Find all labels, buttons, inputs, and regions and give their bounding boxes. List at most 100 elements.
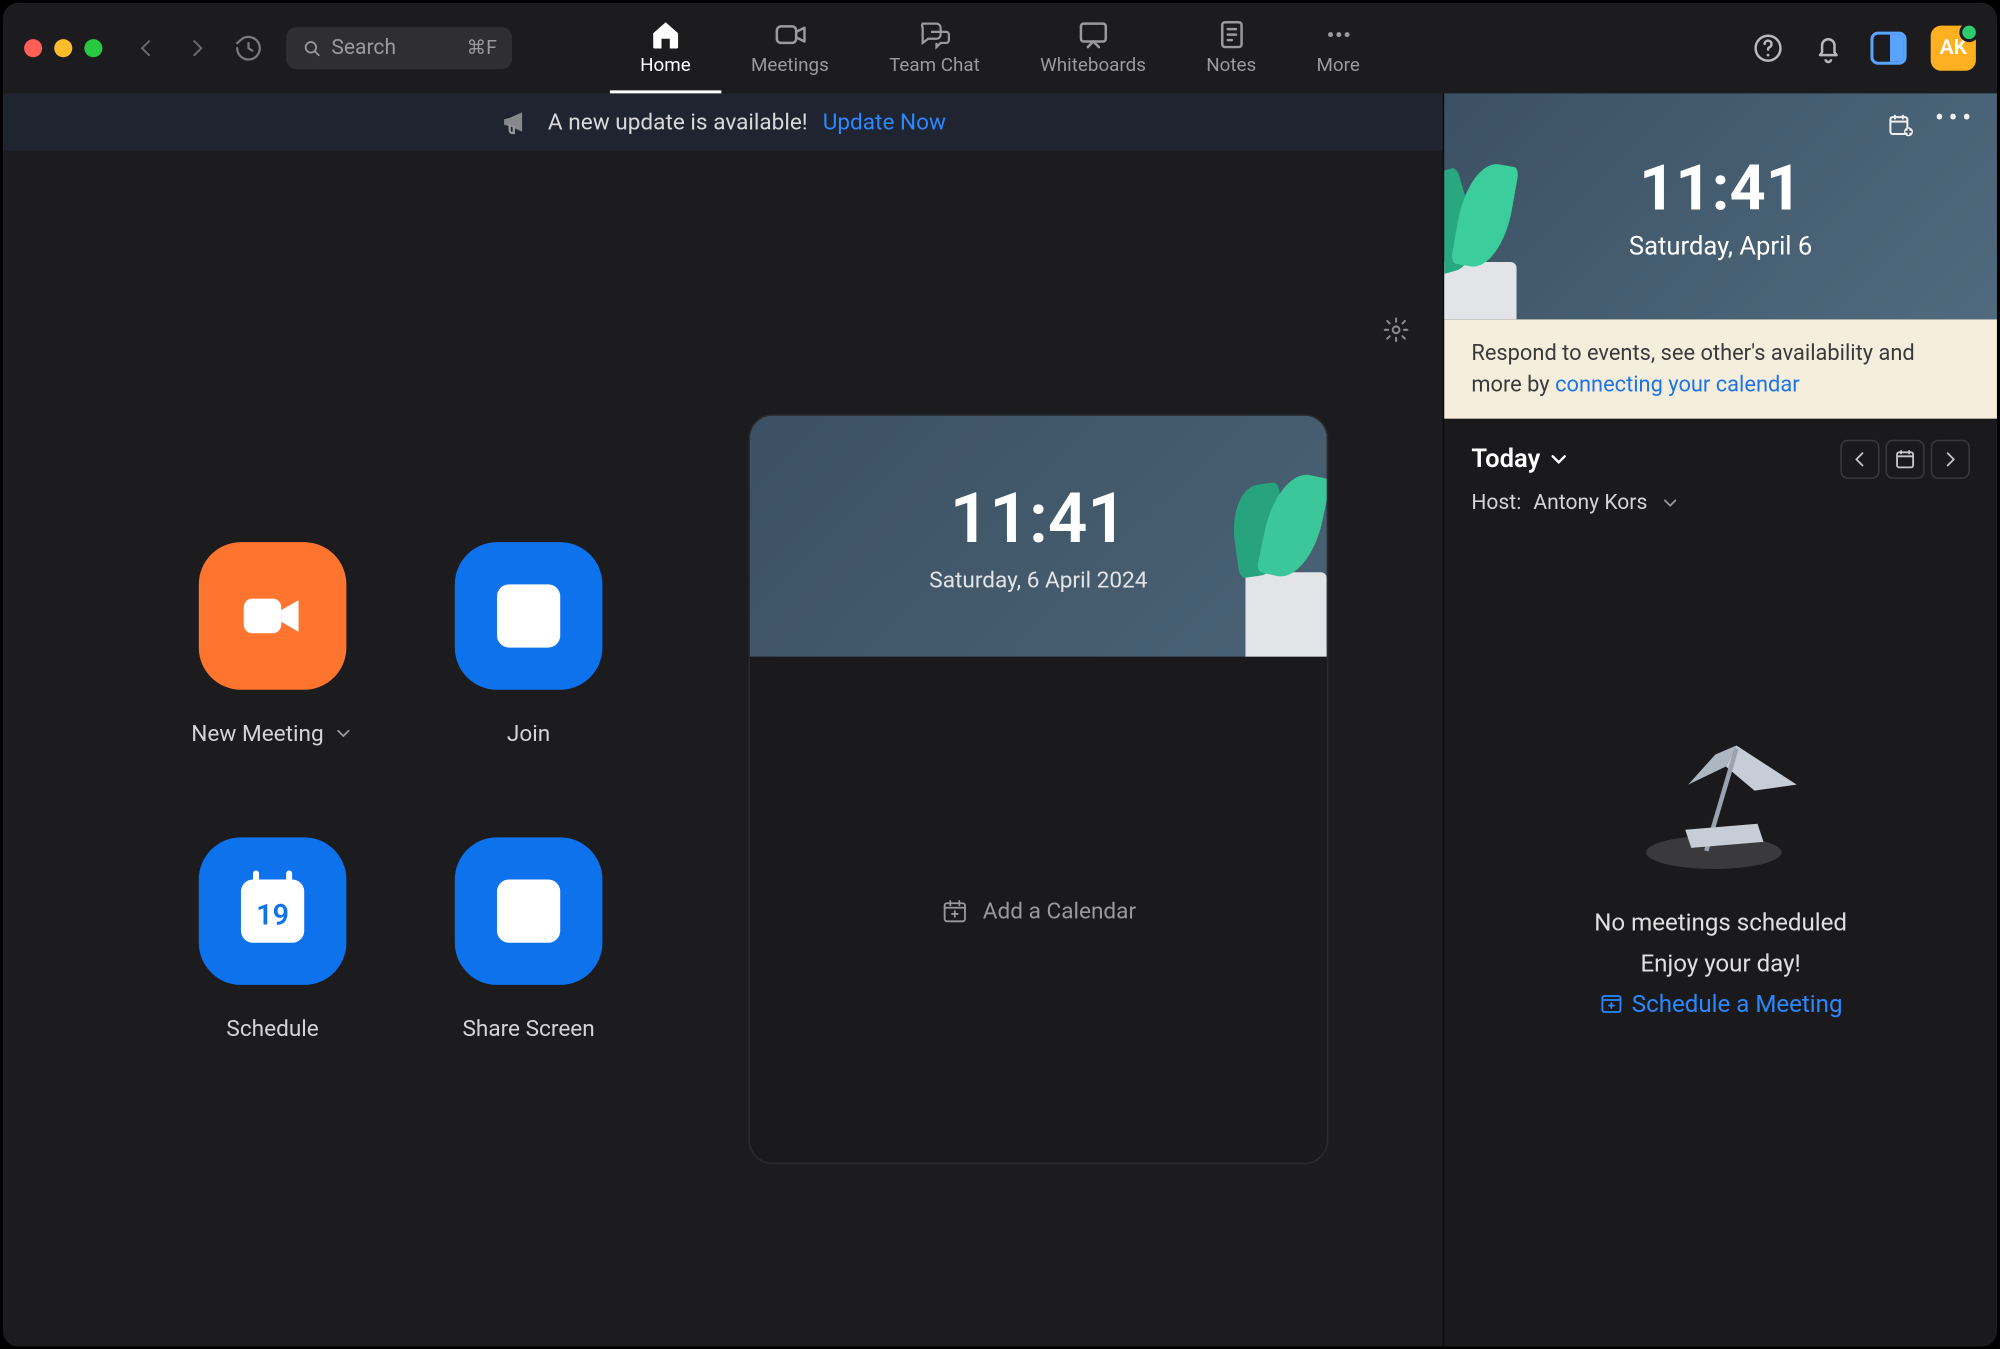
topbar-right: AK bbox=[1750, 26, 1976, 71]
update-banner-text: A new update is available! bbox=[548, 108, 808, 135]
whiteboard-icon bbox=[1076, 17, 1109, 50]
join-action: Join bbox=[402, 542, 655, 747]
tab-notes-label: Notes bbox=[1206, 53, 1256, 76]
calendar-add-button[interactable] bbox=[1887, 111, 1914, 144]
new-meeting-button[interactable] bbox=[199, 542, 347, 690]
window-maximize-icon[interactable] bbox=[84, 39, 102, 57]
today-button[interactable] bbox=[1886, 440, 1925, 479]
topbar: Search ⌘F Home Meetings Team Chat bbox=[3, 3, 1997, 93]
share-screen-button[interactable] bbox=[455, 837, 603, 985]
schedule-meeting-link[interactable]: Schedule a Meeting bbox=[1599, 989, 1843, 1018]
chat-icon bbox=[918, 17, 951, 50]
new-meeting-action: New Meeting bbox=[146, 542, 399, 747]
panel-toggle-button[interactable] bbox=[1870, 32, 1906, 65]
plus-icon-box bbox=[497, 584, 560, 647]
prev-day-button[interactable] bbox=[1840, 440, 1879, 479]
calendar-day-icon: 19 bbox=[241, 880, 304, 943]
new-meeting-label-row[interactable]: New Meeting bbox=[191, 720, 354, 747]
schedule-day-number: 19 bbox=[256, 897, 289, 932]
search-input[interactable]: Search ⌘F bbox=[286, 27, 512, 69]
tab-whiteboards-label: Whiteboards bbox=[1040, 53, 1146, 76]
tab-meetings-label: Meetings bbox=[751, 53, 829, 76]
sidebar-time: 11:41 bbox=[1639, 151, 1802, 225]
gear-icon bbox=[1383, 316, 1410, 343]
schedule-button[interactable]: 19 bbox=[199, 837, 347, 985]
chevron-left-icon bbox=[134, 36, 158, 60]
app-window: Search ⌘F Home Meetings Team Chat bbox=[3, 3, 1997, 1346]
more-menu-button[interactable]: ••• bbox=[1935, 111, 1976, 144]
tab-more-label: More bbox=[1316, 53, 1359, 76]
notifications-button[interactable] bbox=[1810, 30, 1846, 66]
calendar-hero: 11:41 Saturday, 6 April 2024 bbox=[750, 416, 1327, 657]
body: New Meeting Join bbox=[3, 151, 1997, 1347]
join-label: Join bbox=[507, 720, 550, 747]
tab-teamchat-label: Team Chat bbox=[889, 53, 980, 76]
tab-meetings[interactable]: Meetings bbox=[721, 3, 859, 93]
help-icon bbox=[1751, 32, 1784, 65]
connect-calendar-banner: Respond to events, see other's availabil… bbox=[1444, 319, 1997, 418]
empty-line2: Enjoy your day! bbox=[1640, 948, 1800, 977]
history-icon bbox=[233, 33, 263, 63]
action-grid: New Meeting Join bbox=[146, 542, 655, 1042]
next-day-button[interactable] bbox=[1931, 440, 1970, 479]
plus-icon bbox=[508, 595, 550, 637]
share-screen-action: Share Screen bbox=[402, 837, 655, 1042]
search-shortcut: ⌘F bbox=[467, 37, 497, 60]
tab-whiteboards[interactable]: Whiteboards bbox=[1010, 3, 1176, 93]
calendar-add-icon bbox=[1887, 111, 1914, 138]
today-dropdown[interactable]: Today bbox=[1471, 444, 1570, 474]
history-button[interactable] bbox=[229, 29, 268, 68]
tab-more[interactable]: More bbox=[1286, 3, 1390, 93]
today-label: Today bbox=[1471, 444, 1540, 474]
window-traffic-lights bbox=[24, 39, 102, 57]
settings-button[interactable] bbox=[1383, 316, 1410, 349]
sidebar-hero-icons: ••• bbox=[1887, 111, 1976, 144]
host-label: Host: bbox=[1471, 491, 1521, 515]
window-close-icon[interactable] bbox=[24, 39, 42, 57]
calendar-plus-icon bbox=[941, 898, 968, 925]
help-button[interactable] bbox=[1750, 30, 1786, 66]
empty-state: No meetings scheduled Enjoy your day! Sc… bbox=[1444, 530, 1997, 1346]
schedule-action: 19 Schedule bbox=[146, 837, 399, 1042]
avatar[interactable]: AK bbox=[1931, 26, 1976, 71]
host-row[interactable]: Host: Antony Kors bbox=[1444, 488, 1997, 530]
empty-line1: No meetings scheduled bbox=[1594, 907, 1847, 936]
host-name: Antony Kors bbox=[1533, 491, 1647, 515]
plant-illustration bbox=[1200, 455, 1327, 657]
calendar-card: 11:41 Saturday, 6 April 2024 Add a Calen… bbox=[748, 414, 1328, 1164]
share-screen-label: Share Screen bbox=[462, 1015, 594, 1042]
upload-arrow-icon bbox=[509, 892, 548, 931]
chevron-right-icon bbox=[185, 36, 209, 60]
update-now-link[interactable]: Update Now bbox=[823, 108, 946, 135]
chevron-down-icon bbox=[1659, 493, 1680, 514]
chevron-left-icon bbox=[1849, 449, 1870, 470]
chevron-right-icon bbox=[1940, 449, 1961, 470]
notes-icon bbox=[1215, 17, 1248, 50]
tab-home[interactable]: Home bbox=[610, 3, 721, 93]
calendar-icon bbox=[1893, 447, 1917, 471]
join-button[interactable] bbox=[455, 542, 603, 690]
sidebar-date: Saturday, April 6 bbox=[1629, 231, 1812, 261]
umbrella-illustration bbox=[1630, 739, 1811, 875]
update-banner: A new update is available! Update Now bbox=[3, 93, 1443, 150]
more-icon bbox=[1322, 17, 1355, 50]
new-meeting-label: New Meeting bbox=[191, 720, 323, 747]
search-icon bbox=[301, 38, 322, 59]
tab-notes[interactable]: Notes bbox=[1176, 3, 1286, 93]
add-calendar-button[interactable]: Add a Calendar bbox=[750, 657, 1327, 1165]
megaphone-icon bbox=[500, 105, 533, 138]
nav-forward-button[interactable] bbox=[178, 29, 217, 68]
window-minimize-icon[interactable] bbox=[54, 39, 72, 57]
search-placeholder: Search bbox=[331, 36, 457, 60]
video-icon bbox=[773, 17, 806, 50]
avatar-initials: AK bbox=[1940, 36, 1967, 60]
tab-teamchat[interactable]: Team Chat bbox=[859, 3, 1010, 93]
connect-calendar-link[interactable]: connecting your calendar bbox=[1555, 372, 1800, 398]
nav-back-button[interactable] bbox=[127, 29, 166, 68]
bell-icon bbox=[1812, 32, 1845, 65]
sidebar-toolbar: Today bbox=[1444, 419, 1997, 488]
chevron-down-icon bbox=[333, 723, 354, 744]
sidebar-hero: ••• 11:41 Saturday, April 6 bbox=[1444, 93, 1997, 319]
sidebar-date-nav bbox=[1840, 440, 1970, 479]
home-icon bbox=[649, 17, 682, 50]
